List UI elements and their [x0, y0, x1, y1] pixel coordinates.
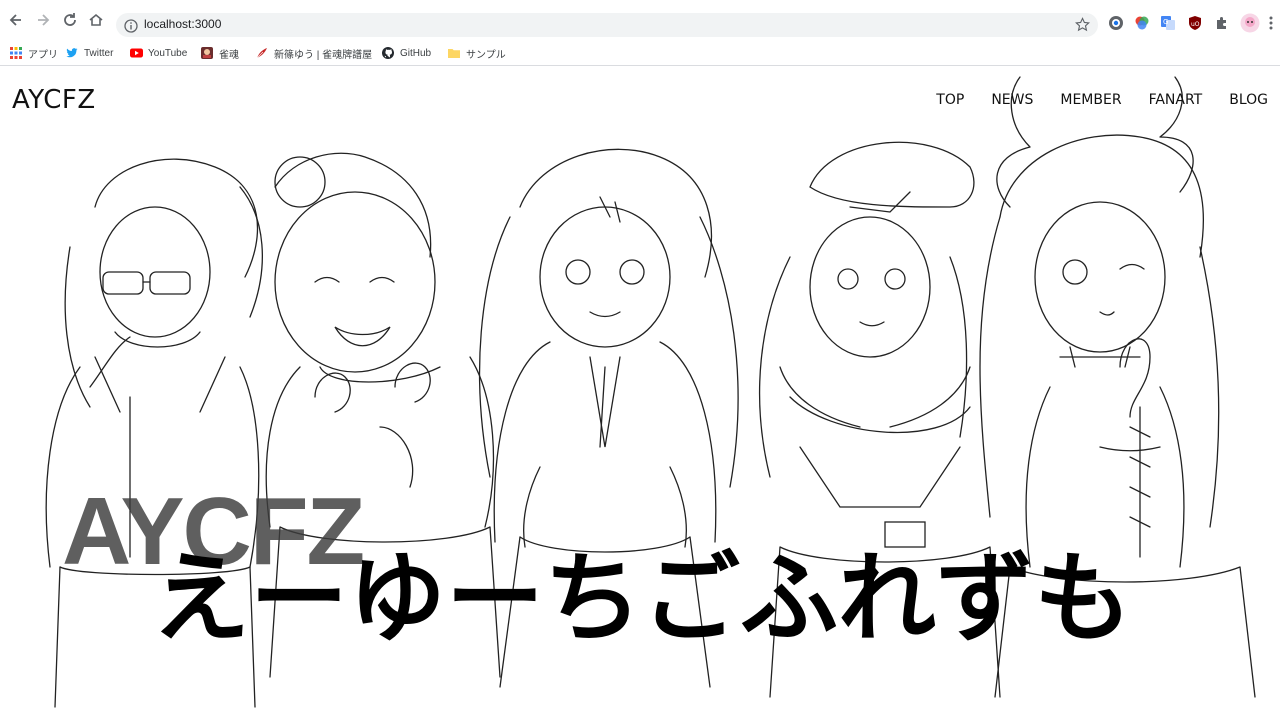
- ublock-shield-icon[interactable]: uO: [1187, 15, 1205, 33]
- bookmark-label: アプリ: [28, 49, 58, 61]
- feather-icon: [256, 47, 268, 59]
- svg-text:uO: uO: [1191, 21, 1200, 28]
- twitter-icon: [66, 47, 78, 59]
- nav-top[interactable]: TOP: [936, 92, 964, 108]
- forward-button[interactable]: [33, 10, 53, 30]
- reload-icon: [64, 13, 76, 26]
- extension-c-icon[interactable]: [1108, 15, 1126, 33]
- forward-arrow-icon: [38, 14, 50, 26]
- back-button[interactable]: [6, 10, 26, 30]
- nav-blog[interactable]: BLOG: [1229, 92, 1268, 108]
- nav-member[interactable]: MEMBER: [1060, 92, 1121, 108]
- bookmark-star-icon[interactable]: [1075, 17, 1090, 36]
- bookmark-label: サンプル: [466, 49, 506, 61]
- site-logo[interactable]: AYCFZ: [12, 85, 96, 115]
- bookmark-label: 新篠ゆう | 雀魂牌譜屋: [274, 49, 373, 61]
- web-page: AYCFZ TOP NEWS MEMBER FANART BLOG AYCFZ …: [0, 67, 1280, 720]
- bookmark-folder-sample[interactable]: サンプル: [448, 45, 506, 61]
- apps-grid-icon: [10, 47, 22, 59]
- bookmark-github[interactable]: GitHub: [382, 45, 431, 61]
- bookmarks-bar: アプリ Twitter YouTube 雀魂 新篠ゆう | 雀魂牌譜屋 GitH…: [0, 40, 1280, 66]
- browser-toolbar: localhost:3000 G uO: [0, 0, 1280, 40]
- site-nav: TOP NEWS MEMBER FANART BLOG: [936, 92, 1268, 108]
- home-icon: [89, 13, 103, 26]
- home-button[interactable]: [86, 10, 106, 30]
- svg-text:G: G: [1163, 18, 1168, 26]
- site-info-icon[interactable]: [124, 18, 138, 37]
- url-text[interactable]: localhost:3000: [144, 17, 221, 31]
- address-bar[interactable]: localhost:3000: [116, 13, 1098, 37]
- nav-news[interactable]: NEWS: [991, 92, 1033, 108]
- bookmark-label: Twitter: [84, 47, 114, 59]
- youtube-icon: [130, 47, 143, 59]
- menu-kebab-icon[interactable]: [1268, 15, 1276, 33]
- nav-fanart[interactable]: FANART: [1149, 92, 1203, 108]
- mahjong-icon: [201, 47, 213, 59]
- extension-translate-icon[interactable]: G: [1160, 15, 1178, 33]
- profile-avatar-icon[interactable]: [1240, 13, 1260, 33]
- bookmark-label: GitHub: [400, 47, 432, 59]
- folder-icon: [448, 47, 460, 59]
- hero-title-japanese: えーゆーちごふれずも: [152, 542, 1133, 656]
- bookmark-twitter[interactable]: Twitter: [66, 45, 113, 61]
- github-icon: [382, 47, 394, 59]
- bookmark-youtube[interactable]: YouTube: [130, 45, 187, 61]
- bookmark-label: YouTube: [148, 47, 188, 59]
- bookmark-label: 雀魂: [219, 49, 239, 61]
- reload-button[interactable]: [60, 10, 80, 30]
- extensions-puzzle-icon[interactable]: [1214, 15, 1232, 33]
- extension-color-icon[interactable]: [1134, 15, 1152, 33]
- bookmark-mahjong[interactable]: 雀魂: [201, 45, 239, 61]
- bookmark-apps[interactable]: アプリ: [10, 45, 58, 61]
- bookmark-mahjong-log[interactable]: 新篠ゆう | 雀魂牌譜屋: [256, 45, 372, 61]
- back-arrow-icon: [9, 14, 21, 26]
